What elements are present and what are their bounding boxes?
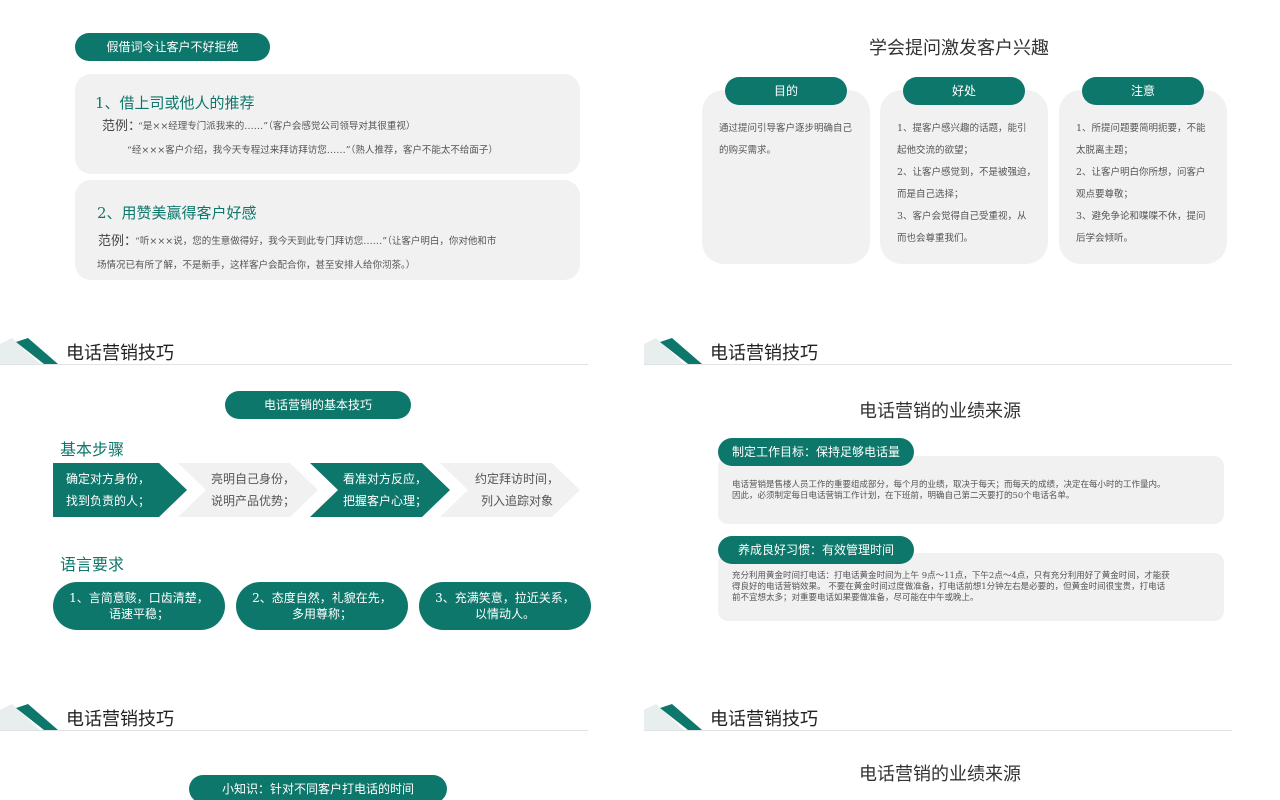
slide-5: 电话营销技巧 小知识：针对不同客户打电话的时间 [0, 366, 640, 800]
slide3-header-title: 电话营销技巧 [66, 343, 174, 364]
slide3-header-divider [0, 364, 588, 365]
header-deco-icon [644, 338, 702, 364]
slide4-header-divider [644, 364, 1232, 365]
slide5-header-title: 电话营销技巧 [66, 709, 174, 730]
slide6-header-divider [644, 730, 1232, 731]
header-deco-icon [644, 704, 702, 730]
slide5-header-divider [0, 730, 588, 731]
slide-6: 电话营销技巧 电话营销的业绩来源 [644, 366, 1280, 800]
slide4-header-title: 电话营销技巧 [710, 343, 818, 364]
slide6-header-title: 电话营销技巧 [710, 709, 818, 730]
slide5-pill: 小知识：针对不同客户打电话的时间 [189, 775, 447, 800]
slide6-title: 电话营销的业绩来源 [859, 764, 1021, 785]
header-deco-icon [0, 704, 58, 730]
header-deco-icon [0, 338, 58, 364]
